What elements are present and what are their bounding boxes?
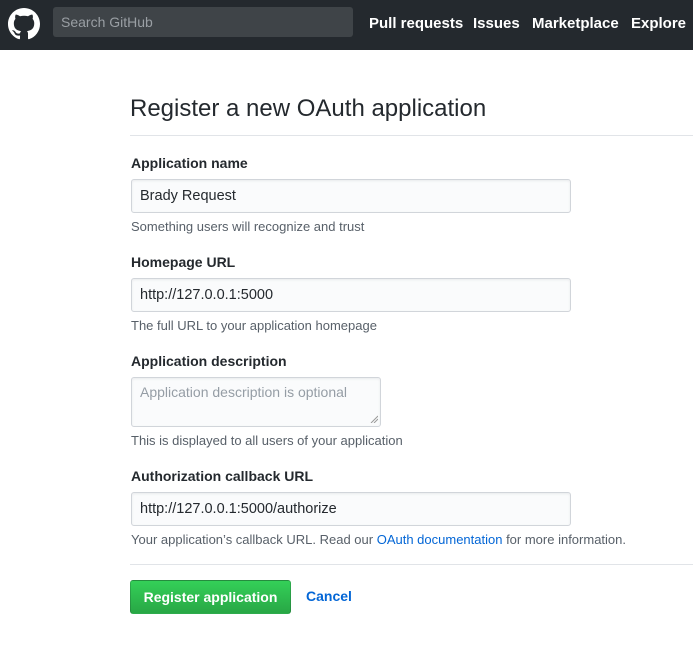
callback-url-input[interactable] — [131, 492, 571, 526]
title-divider — [130, 135, 693, 136]
actions-divider — [130, 564, 693, 565]
github-logo-icon[interactable] — [8, 8, 40, 40]
resize-grip-icon[interactable] — [370, 415, 378, 423]
description-textarea[interactable] — [131, 377, 381, 427]
app-name-note: Something users will recognize and trust — [131, 219, 365, 234]
search-input[interactable] — [53, 7, 353, 37]
nav-pull-requests[interactable]: Pull requests — [369, 0, 463, 50]
nav-issues[interactable]: Issues — [473, 0, 520, 50]
register-application-button[interactable]: Register application — [130, 580, 291, 614]
callback-note-prefix: Your application’s callback URL. Read ou… — [131, 532, 377, 547]
page-title: Register a new OAuth application — [130, 95, 487, 122]
nav-explore-link[interactable]: Explore — [631, 15, 686, 32]
homepage-url-label: Homepage URL — [131, 254, 236, 270]
callback-note-suffix: for more information. — [502, 532, 626, 547]
top-header: Pull requests Issues Marketplace Explore — [0, 0, 693, 50]
nav-issues-link[interactable]: Issues — [473, 15, 520, 32]
nav-explore[interactable]: Explore — [631, 0, 686, 50]
homepage-url-note: The full URL to your application homepag… — [131, 318, 377, 333]
description-label: Application description — [131, 353, 287, 369]
homepage-url-input[interactable] — [131, 278, 571, 312]
nav-marketplace-link[interactable]: Marketplace — [532, 15, 619, 32]
cancel-link[interactable]: Cancel — [306, 588, 352, 604]
oauth-documentation-link[interactable]: OAuth documentation — [377, 532, 503, 547]
nav-pull-requests-link[interactable]: Pull requests — [369, 15, 463, 32]
app-name-input[interactable] — [131, 179, 571, 213]
callback-url-label: Authorization callback URL — [131, 468, 314, 484]
callback-url-note: Your application’s callback URL. Read ou… — [131, 532, 626, 547]
description-note: This is displayed to all users of your a… — [131, 433, 403, 448]
nav-marketplace[interactable]: Marketplace — [532, 0, 619, 50]
app-name-label: Application name — [131, 155, 248, 171]
